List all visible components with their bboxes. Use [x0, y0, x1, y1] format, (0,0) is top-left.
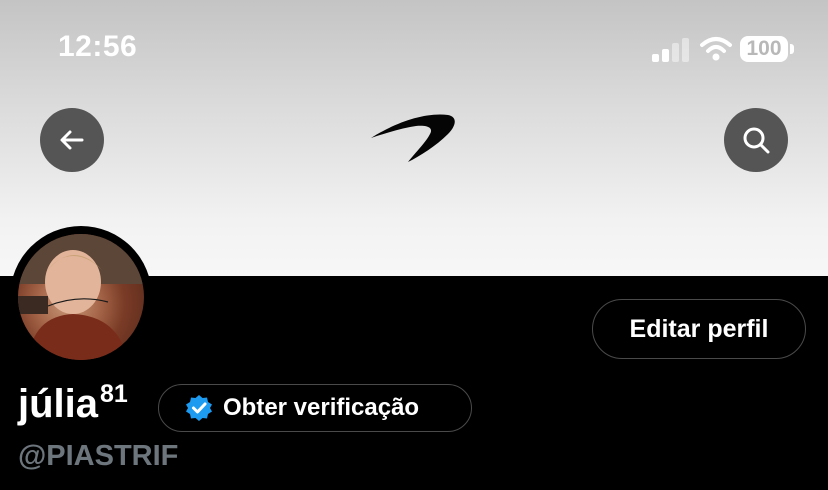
status-time: 12:56	[58, 30, 138, 63]
status-bar: 12:56 100	[0, 0, 828, 100]
back-button[interactable]	[40, 108, 104, 172]
wifi-icon	[700, 37, 732, 61]
battery-level: 100	[746, 37, 782, 60]
edit-profile-button[interactable]: Editar perfil	[592, 299, 806, 359]
verified-badge-icon	[186, 395, 212, 421]
cellular-signal-icon	[652, 38, 689, 62]
display-name-text: júlia	[18, 382, 99, 426]
get-verified-button[interactable]: Obter verificação	[158, 384, 472, 432]
display-name: júlia 81	[18, 380, 128, 427]
avatar-photo	[18, 234, 144, 360]
get-verified-label: Obter verificação	[223, 394, 420, 421]
search-icon	[743, 127, 770, 154]
arrow-left-icon	[60, 130, 84, 150]
display-name-superscript: 81	[100, 380, 128, 408]
user-handle: @PIASTRIF	[18, 440, 179, 472]
search-button[interactable]	[724, 108, 788, 172]
battery-tip	[790, 44, 794, 54]
avatar[interactable]	[18, 234, 144, 360]
mclaren-speedmark-logo	[371, 114, 455, 162]
battery-indicator: 100	[740, 36, 788, 62]
